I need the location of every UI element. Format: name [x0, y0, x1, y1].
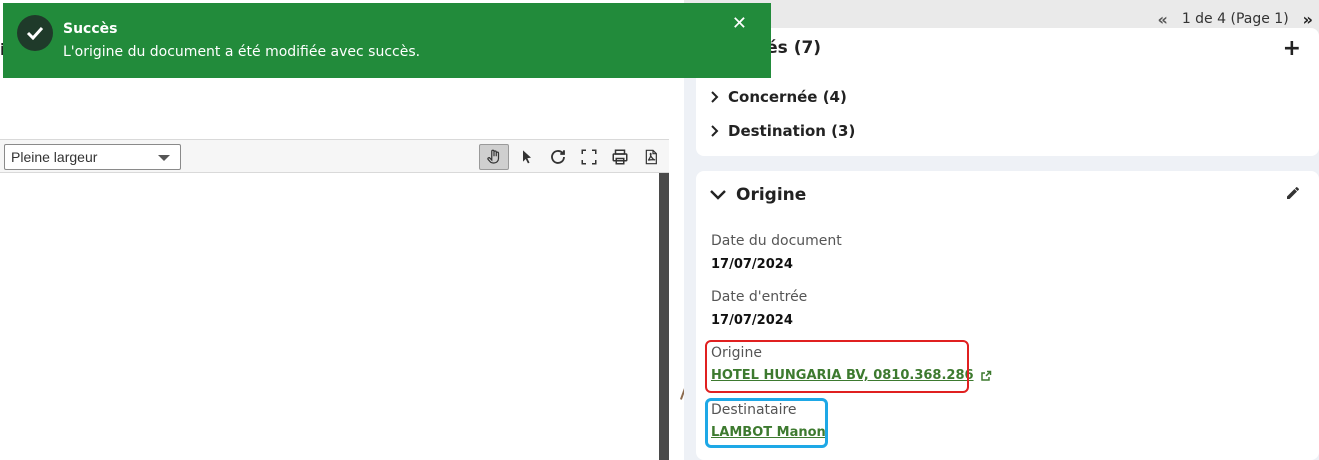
- printer-icon: [612, 149, 628, 165]
- chevron-down-icon: [710, 190, 726, 200]
- chevron-right-icon: [711, 125, 719, 137]
- zoom-select-value: Pleine largeur: [11, 149, 98, 165]
- document-canvas[interactable]: [0, 173, 659, 460]
- origin-card-title: Origine: [736, 185, 807, 205]
- recipient-highlight-box: [705, 398, 828, 448]
- select-tool-button[interactable]: [512, 144, 542, 170]
- pointer-icon: [523, 150, 531, 164]
- download-pdf-button[interactable]: [636, 144, 666, 170]
- origin-highlight-box: [705, 340, 969, 393]
- hand-icon: [487, 149, 500, 164]
- edit-button[interactable]: [1285, 185, 1301, 205]
- viewer-toolbar: Pleine largeur: [0, 139, 669, 173]
- field-value-date-entree: 17/07/2024: [711, 313, 793, 328]
- field-value-date-document: 17/07/2024: [711, 257, 793, 272]
- print-button[interactable]: [605, 144, 635, 170]
- fullscreen-icon: [581, 149, 597, 165]
- document-scrollbar[interactable]: [659, 173, 669, 460]
- pager-text: 1 de 4 (Page 1): [1181, 11, 1289, 27]
- plus-icon[interactable]: +: [1283, 36, 1301, 61]
- close-icon[interactable]: ✕: [732, 13, 747, 34]
- field-label-date-entree: Date d'entrée: [711, 289, 808, 305]
- tree-item-label: Destination (3): [728, 122, 856, 140]
- tree-item-destination[interactable]: Destination (3): [710, 122, 855, 140]
- toast-title: Succès: [63, 21, 118, 37]
- linked-entities-card: tés (7) + Concernée (4) Destination (3): [696, 28, 1319, 156]
- app-root: i Pleine largeur: [0, 0, 1319, 460]
- tree-item-label: Concernée (4): [728, 88, 847, 106]
- toast-message: L'origine du document a été modifiée ave…: [63, 44, 421, 60]
- hand-tool-button[interactable]: [479, 144, 509, 170]
- success-toast: Succès L'origine du document a été modif…: [3, 3, 771, 78]
- pdf-file-icon: [645, 149, 657, 165]
- check-circle-icon: [17, 15, 53, 51]
- external-link-icon[interactable]: [980, 370, 992, 382]
- field-label-date-document: Date du document: [711, 233, 842, 249]
- rotate-button[interactable]: [543, 144, 573, 170]
- pencil-icon: [1287, 187, 1299, 199]
- chevron-double-left-icon[interactable]: «: [1157, 10, 1167, 29]
- chevron-double-right-icon[interactable]: »: [1303, 10, 1313, 29]
- origin-card-header[interactable]: Origine: [710, 185, 806, 205]
- fullscreen-button[interactable]: [574, 144, 604, 170]
- tree-item-concernee[interactable]: Concernée (4): [710, 88, 847, 106]
- rotate-icon: [551, 150, 565, 164]
- chevron-down-icon: [158, 155, 170, 161]
- chevron-right-icon: [711, 91, 719, 103]
- zoom-select[interactable]: Pleine largeur: [4, 144, 181, 170]
